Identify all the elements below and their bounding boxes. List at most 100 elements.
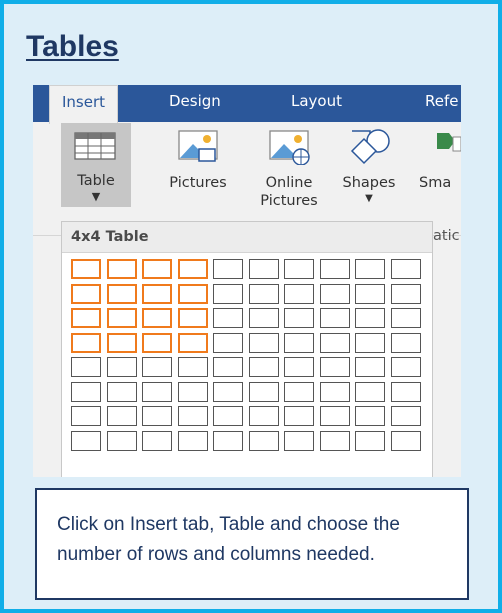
grid-cell[interactable] <box>319 332 350 353</box>
grid-cell[interactable] <box>319 357 350 377</box>
online-pictures-label-2: Pictures <box>260 193 318 209</box>
grid-cell[interactable] <box>319 406 350 426</box>
grid-cell[interactable] <box>390 332 421 353</box>
grid-cell[interactable] <box>284 406 314 426</box>
grid-cell[interactable] <box>248 381 279 402</box>
grid-cell[interactable] <box>284 332 314 353</box>
tab-insert[interactable]: Insert <box>49 85 119 124</box>
grid-cell[interactable] <box>142 308 172 328</box>
grid-cell[interactable] <box>71 308 101 328</box>
grid-cell[interactable] <box>248 259 279 279</box>
tab-references[interactable]: Refe <box>425 85 459 122</box>
grid-cell[interactable] <box>142 406 172 426</box>
grid-cell[interactable] <box>248 283 279 304</box>
grid-cell[interactable] <box>390 259 421 279</box>
grid-cell[interactable] <box>284 357 314 377</box>
grid-cell[interactable] <box>319 430 350 451</box>
grid-cell[interactable] <box>390 308 421 328</box>
grid-cell[interactable] <box>142 332 172 353</box>
shapes-button[interactable]: Shapes ▼ <box>339 127 399 205</box>
grid-cell[interactable] <box>284 381 314 402</box>
grid-cell[interactable] <box>177 308 208 328</box>
grid-cell[interactable] <box>71 357 101 377</box>
online-pictures-button[interactable]: Online Pictures <box>251 127 327 211</box>
grid-cell[interactable] <box>355 259 385 279</box>
table-button[interactable]: Table ▼ <box>61 123 131 207</box>
grid-cell[interactable] <box>177 357 208 377</box>
pictures-icon <box>178 130 218 162</box>
grid-cell[interactable] <box>355 406 385 426</box>
shapes-label: Shapes <box>342 175 396 191</box>
grid-cell[interactable] <box>142 381 172 402</box>
grid-cell[interactable] <box>106 381 137 402</box>
grid-cell[interactable] <box>106 332 137 353</box>
grid-cell[interactable] <box>284 259 314 279</box>
grid-cell[interactable] <box>319 259 350 279</box>
grid-cell[interactable] <box>142 283 172 304</box>
grid-cell[interactable] <box>213 357 243 377</box>
grid-cell[interactable] <box>71 430 101 451</box>
grid-cell[interactable] <box>142 430 172 451</box>
pictures-label: Pictures <box>169 175 227 191</box>
grid-cell[interactable] <box>319 308 350 328</box>
grid-cell[interactable] <box>213 430 243 451</box>
grid-cell[interactable] <box>284 430 314 451</box>
grid-cell[interactable] <box>355 430 385 451</box>
grid-cell[interactable] <box>142 357 172 377</box>
grid-cell[interactable] <box>248 430 279 451</box>
online-pictures-icon <box>269 130 310 165</box>
grid-cell[interactable] <box>71 406 101 426</box>
grid-cell[interactable] <box>177 332 208 353</box>
grid-cell[interactable] <box>355 381 385 402</box>
grid-cell[interactable] <box>106 283 137 304</box>
table-dropdown: 4x4 Table <box>61 221 433 477</box>
grid-cell[interactable] <box>71 259 101 279</box>
grid-cell[interactable] <box>213 381 243 402</box>
instruction-text: Click on Insert tab, Table and choose th… <box>57 514 400 565</box>
grid-cell[interactable] <box>319 381 350 402</box>
grid-cell[interactable] <box>355 283 385 304</box>
grid-cell[interactable] <box>71 332 101 353</box>
smartart-label: Sma <box>419 175 452 191</box>
grid-cell[interactable] <box>213 259 243 279</box>
grid-cell[interactable] <box>248 357 279 377</box>
grid-cell[interactable] <box>213 406 243 426</box>
grid-cell[interactable] <box>390 381 421 402</box>
grid-cell[interactable] <box>355 308 385 328</box>
grid-cell[interactable] <box>106 406 137 426</box>
grid-cell[interactable] <box>284 283 314 304</box>
grid-cell[interactable] <box>390 357 421 377</box>
grid-cell[interactable] <box>177 406 208 426</box>
grid-cell[interactable] <box>106 357 137 377</box>
grid-cell[interactable] <box>142 259 172 279</box>
grid-cell[interactable] <box>248 332 279 353</box>
grid-cell[interactable] <box>213 308 243 328</box>
instruction-box: Click on Insert tab, Table and choose th… <box>35 488 469 600</box>
grid-cell[interactable] <box>177 381 208 402</box>
grid-cell[interactable] <box>355 332 385 353</box>
grid-cell[interactable] <box>319 283 350 304</box>
grid-cell[interactable] <box>248 308 279 328</box>
grid-cell[interactable] <box>106 430 137 451</box>
grid-cell[interactable] <box>284 308 314 328</box>
grid-cell[interactable] <box>177 430 208 451</box>
grid-cell[interactable] <box>213 283 243 304</box>
grid-cell[interactable] <box>106 259 137 279</box>
smartart-button[interactable]: Sma <box>415 127 461 193</box>
grid-cell[interactable] <box>390 430 421 451</box>
grid-cell[interactable] <box>71 381 101 402</box>
grid-cell[interactable] <box>106 308 137 328</box>
grid-cell[interactable] <box>177 259 208 279</box>
dropdown-arrow-icon: ▼ <box>91 190 101 203</box>
grid-cell[interactable] <box>248 406 279 426</box>
grid-cell[interactable] <box>177 283 208 304</box>
pictures-button[interactable]: Pictures <box>161 127 235 193</box>
tab-layout[interactable]: Layout <box>291 85 342 122</box>
grid-cell[interactable] <box>390 406 421 426</box>
grid-cell[interactable] <box>71 283 101 304</box>
grid-cell[interactable] <box>213 332 243 353</box>
grid-cell[interactable] <box>355 357 385 377</box>
tab-design[interactable]: Design <box>169 85 221 122</box>
online-pictures-label-1: Online <box>265 175 313 191</box>
grid-cell[interactable] <box>390 283 421 304</box>
